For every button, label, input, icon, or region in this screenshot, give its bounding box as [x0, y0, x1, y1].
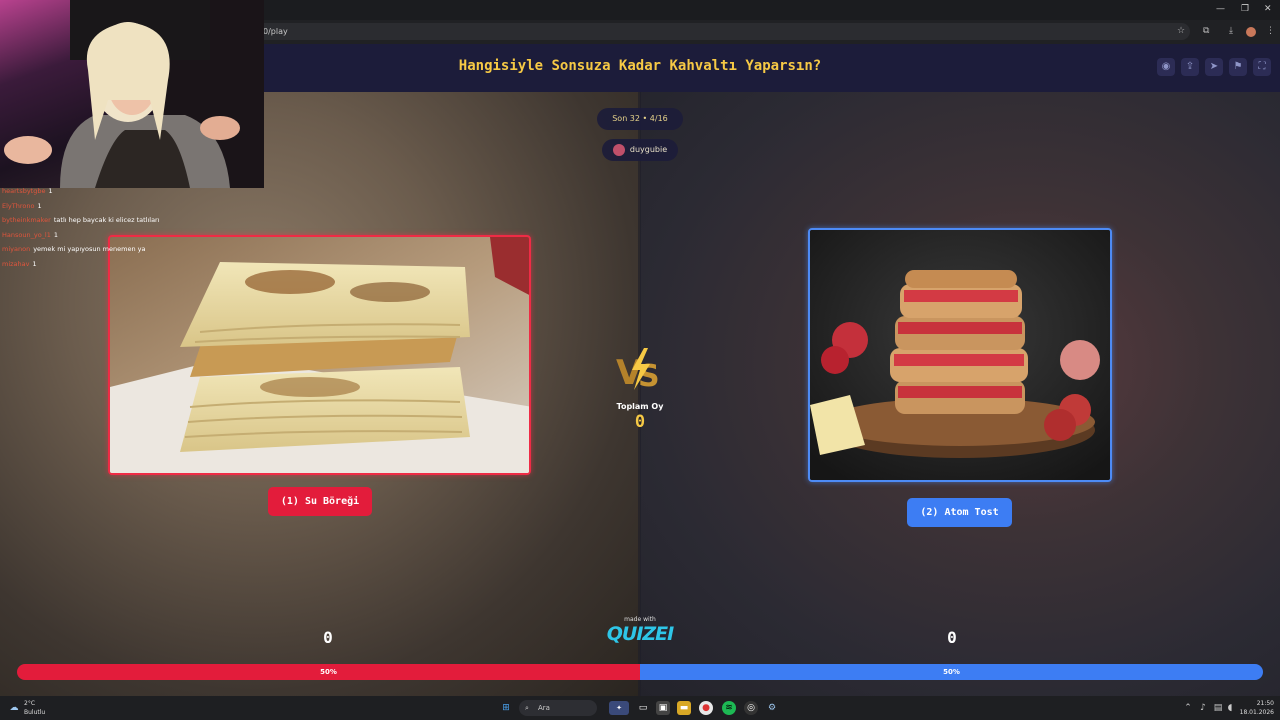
vs-icon: V S: [614, 344, 666, 394]
menu-dots-icon[interactable]: ⋮: [1266, 26, 1275, 36]
weather-temp: 2°C: [24, 700, 36, 707]
avatar: [612, 143, 625, 156]
weather-icon[interactable]: ☁: [7, 701, 21, 715]
taskbar-search[interactable]: ⌕ Ara: [519, 700, 597, 716]
chat-message: ElyThrono 1: [2, 201, 42, 210]
tray-chevron-icon[interactable]: ⌃: [1181, 701, 1195, 715]
made-with-label: made with: [624, 616, 656, 623]
choose-option-2-button[interactable]: (2) Atom Tost: [907, 498, 1012, 527]
streamer-image: CER: [4, 0, 264, 188]
vote-percentage-bar: 50% 50%: [17, 664, 1263, 680]
search-placeholder: Ara: [538, 704, 550, 712]
spotify-icon[interactable]: ≋: [722, 701, 736, 715]
widget-icon[interactable]: ✦: [609, 701, 629, 715]
option-image-right[interactable]: [808, 228, 1112, 482]
profile-icon[interactable]: [1246, 27, 1256, 37]
fullscreen-icon[interactable]: ⛶: [1253, 58, 1271, 76]
option-2-vote-count: 0: [947, 628, 957, 647]
quizei-logo[interactable]: QUIZEI: [600, 623, 680, 645]
choose-option-1-button[interactable]: (1) Su Böreği: [268, 487, 372, 516]
microphone-icon[interactable]: ♪: [1196, 701, 1210, 715]
clock-date[interactable]: 18.01.2026: [1238, 709, 1274, 716]
search-icon: ⌕: [525, 704, 529, 712]
file-explorer-icon[interactable]: ▬: [677, 701, 691, 715]
windows-taskbar: ☁ 2°C Bulutlu ⊞ ⌕ Ara ✦ ▭ ▣ ▬ ● ≋ ◎ ⚙ ⌃ …: [0, 696, 1280, 720]
round-label: Son 32 • 4/16: [612, 114, 668, 123]
chat-message: bytheinkmaker tatlı hep baycak ki elicez …: [2, 216, 160, 224]
option-1-percent: 50%: [320, 668, 337, 676]
atom-tost-image: [810, 230, 1110, 480]
option-2-percent: 50%: [943, 668, 960, 676]
weather-desc: Bulutlu: [24, 709, 46, 716]
steam-icon[interactable]: ⚙: [765, 701, 779, 715]
url-text: 0/play: [263, 27, 288, 36]
creator-badge[interactable]: duygubie: [602, 139, 678, 161]
start-icon[interactable]: ⊞: [499, 701, 513, 715]
total-votes-value: 0: [634, 412, 646, 432]
chat-message: heartsbytgbe 1: [2, 187, 53, 195]
eye-icon[interactable]: ◉: [1157, 58, 1175, 76]
chat-message: Hansoun_yo_l1 1: [2, 230, 58, 239]
volume-icon[interactable]: ◖: [1223, 701, 1237, 715]
minimize-icon[interactable]: —: [1216, 4, 1225, 14]
app-icon[interactable]: ◎: [744, 701, 758, 715]
option-image-left[interactable]: [108, 235, 531, 475]
webcam-overlay: CER: [0, 0, 264, 188]
star-icon[interactable]: ☆: [1177, 26, 1185, 36]
chrome-icon[interactable]: ●: [699, 701, 713, 715]
clock-time[interactable]: 21:50: [1244, 700, 1274, 707]
option-1-percent-bar: 50%: [17, 664, 640, 680]
maximize-icon[interactable]: ❐: [1241, 4, 1249, 14]
close-icon[interactable]: ✕: [1264, 4, 1272, 14]
photos-icon[interactable]: ▣: [656, 701, 670, 715]
option-2-percent-bar: 50%: [640, 664, 1263, 680]
total-votes-label: Toplam Oy: [616, 402, 664, 411]
task-view-icon[interactable]: ▭: [636, 701, 650, 715]
address-bar[interactable]: 0/play: [255, 23, 1190, 40]
share-icon[interactable]: ⇪: [1181, 58, 1199, 76]
borek-image: [110, 237, 529, 473]
chat-overlay: heartsbytgbe 1 ElyThrono 1 bytheinkmaker ta…: [2, 184, 282, 271]
chat-message: mizahav 1: [2, 259, 37, 268]
download-icon[interactable]: ⤓: [1229, 26, 1233, 36]
chat-message: miyanon yemek mi yapıyosun menemen ya: [2, 245, 146, 253]
round-indicator: Son 32 • 4/16: [597, 108, 683, 130]
creator-name: duygubie: [629, 145, 668, 154]
option-1-vote-count: 0: [323, 628, 333, 647]
flag-icon[interactable]: ⚑: [1229, 58, 1247, 76]
send-icon[interactable]: ➤: [1205, 58, 1223, 76]
extensions-icon[interactable]: ⧉: [1203, 26, 1209, 36]
